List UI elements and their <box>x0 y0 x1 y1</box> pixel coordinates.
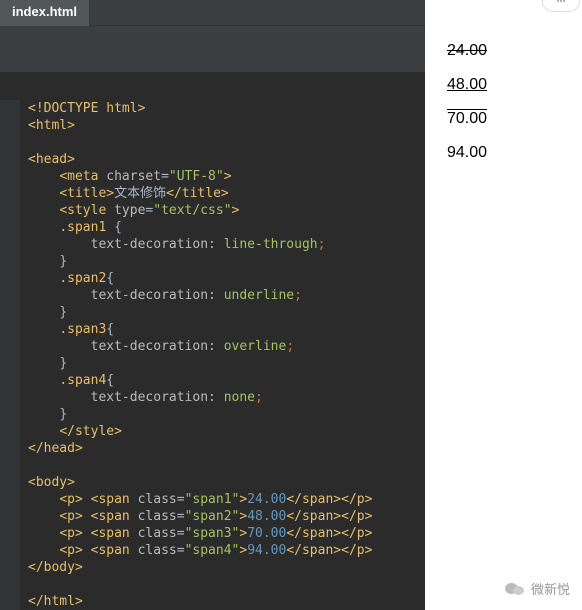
preview-line-1: 24.00 <box>447 42 582 60</box>
wechat-icon <box>505 581 525 597</box>
preview-span4: 94.00 <box>447 144 487 161</box>
line-gutter <box>0 100 20 610</box>
tab-filler <box>0 26 425 72</box>
tab-index-html[interactable]: index.html <box>0 0 89 26</box>
code-area[interactable]: <!DOCTYPE html> <html> <head> <meta char… <box>0 72 425 610</box>
watermark: 微新悦 <box>505 579 570 598</box>
preview-span2: 48.00 <box>447 76 487 93</box>
preview-span3: 70.00 <box>447 110 487 127</box>
watermark-text: 微新悦 <box>531 579 570 598</box>
preview-line-2: 48.00 <box>447 76 582 94</box>
code-content[interactable]: <!DOCTYPE html> <html> <head> <meta char… <box>20 100 425 610</box>
preview-pane: 24.00 48.00 70.00 94.00 <box>425 0 582 610</box>
top-widget[interactable] <box>542 0 580 12</box>
preview-span1: 24.00 <box>447 42 487 59</box>
tab-bar: index.html <box>0 0 425 26</box>
preview-line-3: 70.00 <box>447 110 582 128</box>
tab-label: index.html <box>12 4 77 19</box>
doctype: <!DOCTYPE html> <box>28 101 145 116</box>
preview-line-4: 94.00 <box>447 144 582 162</box>
editor-pane: index.html <!DOCTYPE html> <html> <head>… <box>0 0 425 610</box>
